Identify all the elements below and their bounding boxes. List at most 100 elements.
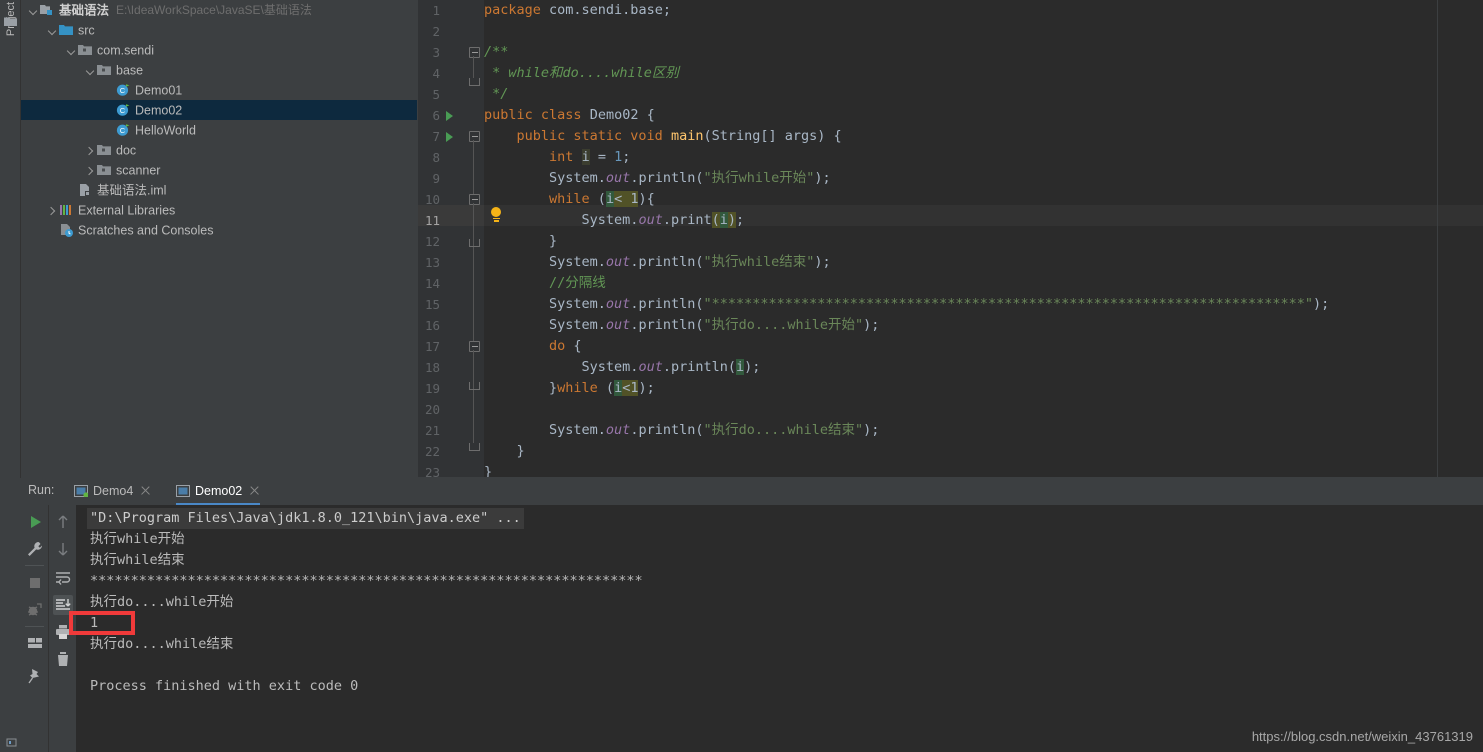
code-line-15: System.out.println("********************…: [484, 296, 1330, 312]
line-number-7: 7: [432, 129, 440, 144]
iml-file-icon: [80, 183, 90, 196]
code-line-8: int i = 1;: [549, 149, 631, 165]
code-line-5: */: [484, 86, 509, 102]
line-number-14: 14: [424, 276, 440, 291]
tree-row-HelloWorld[interactable]: C HelloWorld: [21, 120, 417, 140]
folder-icon[interactable]: [4, 16, 17, 26]
tree-row-base[interactable]: base: [21, 60, 417, 80]
module-icon: [40, 4, 52, 15]
editor-gutter[interactable]: 1 2 3 4 5 6 7 8 9 10 11 12 13 14 15 16 17 18 19 20 21 22 23: [418, 0, 484, 477]
settings-button[interactable]: [25, 539, 45, 559]
chevron-right-icon[interactable]: [85, 141, 96, 161]
tree-row-label: 基础语法: [59, 3, 110, 18]
line-number-23: 23: [424, 465, 440, 477]
code-line-1: package com.sendi.base;: [484, 2, 671, 18]
tree-row-基础语法[interactable]: 基础语法 E:\IdeaWorkSpace\JavaSE\基础语法: [21, 0, 417, 20]
code-line-17: do {: [549, 338, 582, 354]
tree-row-Demo01[interactable]: C Demo01: [21, 80, 417, 100]
run-gutter-icon-line-7[interactable]: [446, 132, 453, 142]
layout-button[interactable]: [25, 633, 45, 653]
fold-marker-javadoc[interactable]: [469, 47, 480, 58]
line-number-17: 17: [424, 339, 440, 354]
line-number-2: 2: [432, 24, 440, 39]
status-icon[interactable]: [6, 737, 17, 748]
project-tool-window: 基础语法 E:\IdeaWorkSpace\JavaSE\基础语法 src com.s…: [21, 0, 417, 477]
console-line-4: 执行do....while开始: [90, 594, 234, 610]
java-class-icon: C: [116, 103, 130, 116]
line-number-9: 9: [432, 171, 440, 186]
line-number-22: 22: [424, 444, 440, 459]
soft-wrap-button[interactable]: [53, 568, 73, 588]
fold-end-javadoc: [469, 78, 480, 86]
tree-row-Demo02[interactable]: C Demo02: [21, 100, 417, 120]
tree-row-label: Scratches and Consoles: [78, 223, 214, 238]
console-tab-icon: [74, 484, 88, 497]
code-text-area[interactable]: package com.sendi.base; /** * while和do...…: [484, 0, 1483, 477]
chevron-down-icon[interactable]: [28, 1, 39, 21]
code-line-23: }: [484, 464, 493, 477]
tree-row-scanner[interactable]: scanner: [21, 160, 417, 180]
tree-row-com.sendi[interactable]: com.sendi: [21, 40, 417, 60]
tree-row-src[interactable]: src: [21, 20, 417, 40]
code-line-9: System.out.println("执行while开始");: [484, 170, 831, 186]
chevron-down-icon[interactable]: [66, 41, 77, 61]
chevron-down-icon[interactable]: [85, 61, 96, 81]
java-class-icon: C: [116, 83, 130, 96]
code-line-11: System.out.print(i);: [484, 212, 745, 228]
svg-text:C: C: [120, 126, 126, 135]
line-number-20: 20: [424, 402, 440, 417]
console-tab-icon: [176, 484, 190, 497]
tree-row-doc[interactable]: doc: [21, 140, 417, 160]
console-output[interactable]: "D:\Program Files\Java\jdk1.8.0_121\bin\…: [76, 505, 1483, 752]
line-number-13: 13: [424, 255, 440, 270]
tree-row-label: 基础语法.iml: [97, 183, 167, 198]
stop-button[interactable]: [25, 573, 45, 593]
tree-row-path: E:\IdeaWorkSpace\JavaSE\基础语法: [116, 3, 312, 17]
down-button[interactable]: [53, 539, 73, 559]
chevron-right-icon[interactable]: [47, 201, 58, 221]
console-toolbar-left: [21, 505, 48, 752]
chevron-down-icon[interactable]: [47, 21, 58, 41]
line-number-11: 11: [424, 213, 440, 228]
fold-region-line: [473, 140, 474, 443]
code-line-18: System.out.println(i);: [484, 359, 761, 375]
console-line-8: Process finished with exit code 0: [90, 678, 359, 694]
output-highlight-box: [69, 611, 135, 635]
console-line-1: 执行while开始: [90, 531, 185, 547]
line-number-21: 21: [424, 423, 440, 438]
clear-all-button[interactable]: [53, 649, 73, 669]
console-line-2: 执行while结束: [90, 552, 185, 568]
tree-row-label: HelloWorld: [135, 123, 196, 138]
package-icon: [97, 64, 111, 75]
line-number-18: 18: [424, 360, 440, 375]
code-line-14: //分隔线: [549, 275, 606, 291]
fold-marker-do[interactable]: [469, 341, 480, 352]
rerun-button[interactable]: [25, 512, 45, 532]
resume-button[interactable]: [25, 600, 45, 620]
idea-window: Project 基础语法E:\IdeaWorkSpace\JavaSE\基础语法…: [0, 0, 1483, 752]
fold-marker-method[interactable]: [469, 131, 480, 142]
up-button[interactable]: [53, 512, 73, 532]
run-tab-Demo4[interactable]: Demo4: [74, 478, 151, 505]
run-tab-Demo02[interactable]: Demo02: [176, 478, 261, 505]
pin-button[interactable]: [25, 666, 45, 686]
tree-row-External Libraries[interactable]: External Libraries: [21, 200, 417, 220]
close-icon[interactable]: [249, 485, 260, 496]
tree-row-Scratches and Consoles[interactable]: Scratches and Consoles: [21, 220, 417, 240]
tree-row-基础语法.iml[interactable]: 基础语法.iml: [21, 180, 417, 200]
libraries-icon: [60, 204, 71, 215]
code-editor[interactable]: 1 2 3 4 5 6 7 8 9 10 11 12 13 14 15 16 17 18 19 20 21 22 23 pa…: [418, 0, 1483, 477]
toolbar-separator: [25, 626, 44, 627]
code-line-19: }while (i<1);: [484, 380, 655, 396]
chevron-right-icon[interactable]: [85, 161, 96, 181]
toolbar-separator: [25, 565, 44, 566]
run-gutter-icon-line-6[interactable]: [446, 111, 453, 121]
line-number-6: 6: [432, 108, 440, 123]
close-icon[interactable]: [140, 485, 151, 496]
code-line-10: while (i< 1){: [549, 191, 655, 207]
fold-region-line: [473, 56, 474, 78]
tree-row-label: base: [116, 63, 144, 78]
fold-marker-while[interactable]: [469, 194, 480, 205]
